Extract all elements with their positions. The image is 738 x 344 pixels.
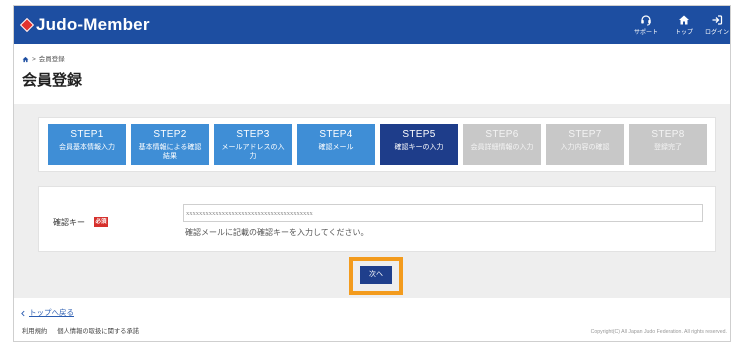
page-title: 会員登録 [22, 72, 83, 89]
step-progress: STEP1 会員基本情報入力 STEP2 基本情報による確認結果 STEP3 メ… [48, 124, 707, 165]
confirmation-key-hint: 確認メールに記載の確認キーを入力してください。 [185, 228, 369, 237]
step-4: STEP4 確認メール [297, 124, 375, 165]
nav-top[interactable]: トップ [671, 14, 697, 37]
step-label: STEP5 [402, 129, 436, 140]
step-description: 入力内容の確認 [560, 144, 610, 151]
step-label: STEP7 [568, 129, 602, 140]
step-7: STEP7 入力内容の確認 [546, 124, 624, 165]
step-description: 会員詳細情報の入力 [470, 144, 534, 151]
back-to-top-link[interactable]: トップへ戻る [20, 308, 74, 318]
step-description: 会員基本情報入力 [59, 144, 115, 151]
step-3: STEP3 メールアドレスの入力 [214, 124, 292, 165]
headset-icon [640, 14, 652, 26]
step-label: STEP3 [236, 129, 270, 140]
login-icon [711, 14, 723, 26]
home-icon [678, 14, 690, 26]
main-content: STEP1 会員基本情報入力 STEP2 基本情報による確認結果 STEP3 メ… [14, 104, 730, 298]
brand-name: Judo-Member [36, 15, 150, 34]
confirmation-key-form: 確認キー 必須 確認メールに記載の確認キーを入力してください。 [38, 186, 716, 252]
nav-login-label: ログイン [704, 30, 729, 36]
step-6: STEP6 会員詳細情報の入力 [463, 124, 541, 165]
page-frame: Judo-Member サポート トップ ログイン > 会員登録 会員登録 ST… [13, 5, 731, 342]
footer-link-terms[interactable]: 利用規約 [22, 328, 47, 336]
step-1: STEP1 会員基本情報入力 [48, 124, 126, 165]
nav-support-label: サポート [633, 30, 658, 36]
breadcrumb-current: 会員登録 [38, 56, 65, 63]
step-8: STEP8 登録完了 [629, 124, 707, 165]
step-label: STEP4 [319, 129, 353, 140]
step-progress-panel: STEP1 会員基本情報入力 STEP2 基本情報による確認結果 STEP3 メ… [38, 117, 716, 172]
site-header: Judo-Member サポート トップ ログイン [14, 6, 730, 44]
step-description: 確認メール [318, 144, 354, 151]
step-description: メールアドレスの入力 [221, 144, 285, 160]
copyright: Copyright(C) All Japan Judo Federation. … [590, 329, 727, 335]
step-2: STEP2 基本情報による確認結果 [131, 124, 209, 165]
next-button[interactable]: 次へ [360, 266, 392, 284]
confirmation-key-label: 確認キー [53, 218, 85, 227]
required-badge: 必須 [94, 217, 108, 227]
step-label: STEP1 [70, 129, 104, 140]
home-icon[interactable] [22, 56, 29, 63]
step-label: STEP8 [651, 129, 685, 140]
step-description: 確認キーの入力 [394, 144, 444, 151]
nav-top-label: トップ [674, 30, 693, 36]
step-label: STEP2 [153, 129, 187, 140]
breadcrumb: > 会員登録 [22, 55, 65, 64]
footer-link-privacy[interactable]: 個人情報の取扱に関する承諾 [57, 328, 139, 336]
step-description: 登録完了 [654, 144, 682, 151]
step-label: STEP6 [485, 129, 519, 140]
chevron-left-icon [20, 310, 26, 317]
nav-support[interactable]: サポート [633, 14, 659, 37]
step-5: STEP5 確認キーの入力 [380, 124, 458, 165]
breadcrumb-separator: > [32, 56, 36, 63]
site-logo[interactable]: Judo-Member [14, 6, 164, 44]
step-description: 基本情報による確認結果 [138, 144, 202, 160]
diamond-logo-icon [19, 17, 35, 33]
footer-links: 利用規約 個人情報の取扱に関する承諾 [22, 328, 139, 336]
confirmation-key-input[interactable] [183, 204, 703, 222]
nav-login[interactable]: ログイン [704, 14, 730, 37]
back-to-top-label: トップへ戻る [29, 308, 74, 317]
